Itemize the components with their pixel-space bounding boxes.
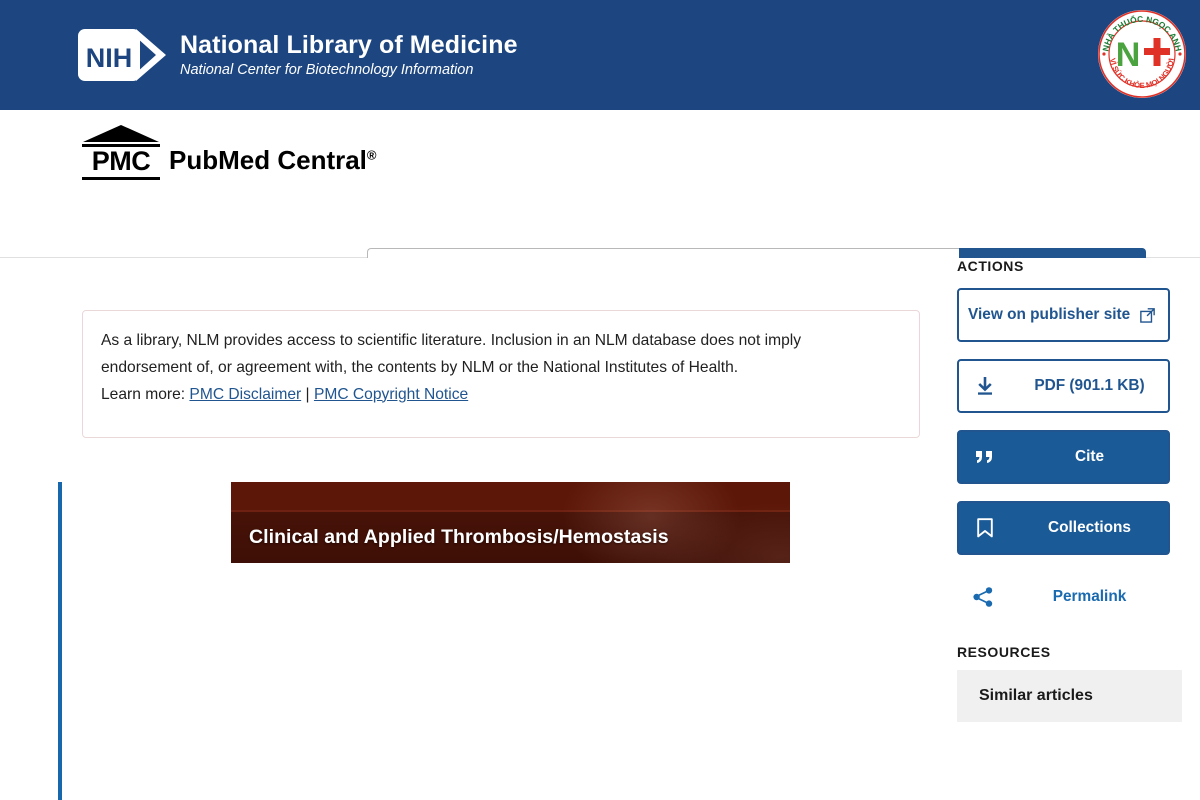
similar-articles-label: Similar articles — [979, 687, 1093, 704]
cite-label: Cite — [1074, 448, 1105, 465]
disclaimer-link-separator: | — [305, 385, 310, 403]
journal-banner-title: Clinical and Applied Thrombosis/Hemostas… — [249, 526, 669, 548]
banner-glow-2 — [651, 502, 790, 563]
similar-articles-item[interactable]: Similar articles — [957, 670, 1182, 722]
share-icon — [957, 586, 1009, 608]
pmc-logo[interactable]: PMC PubMed Central® — [82, 125, 377, 180]
download-icon — [959, 376, 1011, 396]
nih-logo[interactable]: NIH National Library of Medicine Nationa… — [78, 29, 518, 81]
nih-subtitle: National Center for Biotechnology Inform… — [180, 61, 474, 78]
actions-heading: ACTIONS — [957, 258, 1024, 274]
pmc-logo-mark-icon: PMC — [82, 125, 160, 180]
article-accent-rail — [58, 482, 62, 800]
disclaimer-line-2: endorsement of, or agreement with, the c… — [101, 358, 739, 376]
nih-badge-icon: NIH — [78, 29, 166, 81]
svg-text:N: N — [1116, 36, 1141, 74]
pmc-header: PMC PubMed Central® Search in PMC Advanc… — [0, 110, 1200, 330]
pmc-disclaimer-link[interactable]: PMC Disclaimer — [189, 386, 301, 403]
pharmacy-brand-logo: NHÀ THUỐC NGỌC ANH VÌ SỨC KHỎE MỌI NGƯỜI… — [1092, 4, 1192, 104]
learn-more-label: Learn more: — [101, 385, 186, 403]
bookmark-icon — [959, 518, 1011, 538]
external-link-icon — [1140, 307, 1156, 323]
permalink-button[interactable]: Permalink — [957, 572, 1170, 622]
cite-button[interactable]: Cite — [957, 430, 1170, 484]
pdf-download-button[interactable]: PDF (901.1 KB) — [957, 359, 1170, 413]
pmc-logo-wordmark: PubMed Central® — [169, 145, 377, 180]
nih-header-bar: NIH National Library of Medicine Nationa… — [0, 0, 1200, 110]
nih-title: National Library of Medicine — [180, 31, 518, 60]
view-on-publisher-site-button[interactable]: View on publisher site — [957, 288, 1170, 342]
collections-button[interactable]: Collections — [957, 501, 1170, 555]
pmc-logo-name: PubMed Central — [169, 145, 367, 175]
disclaimer-line-1: As a library, NLM provides access to sci… — [101, 332, 802, 349]
main-content: As a library, NLM provides access to sci… — [0, 258, 1200, 800]
pmc-copyright-notice-link[interactable]: PMC Copyright Notice — [314, 386, 468, 403]
permalink-label: Permalink — [1052, 588, 1127, 605]
pmc-logo-registered-mark: ® — [366, 147, 377, 163]
collections-label: Collections — [1048, 519, 1131, 536]
quote-icon — [959, 449, 1011, 465]
pmc-logo-abbr: PMC — [91, 146, 151, 176]
disclaimer-learn-more: Learn more: PMC Disclaimer | PMC Copyrig… — [101, 382, 899, 409]
svg-text:NIH: NIH — [86, 43, 133, 73]
view-on-publisher-site-label: View on publisher site — [968, 306, 1131, 323]
article-sidebar: ACTIONS View on publisher site PDF (901.… — [957, 258, 1182, 722]
resources-heading: RESOURCES — [957, 644, 1051, 660]
pdf-download-label: PDF (901.1 KB) — [1034, 377, 1145, 394]
journal-banner[interactable]: Clinical and Applied Thrombosis/Hemostas… — [231, 482, 790, 563]
nlm-disclaimer-box: As a library, NLM provides access to sci… — [82, 310, 920, 438]
